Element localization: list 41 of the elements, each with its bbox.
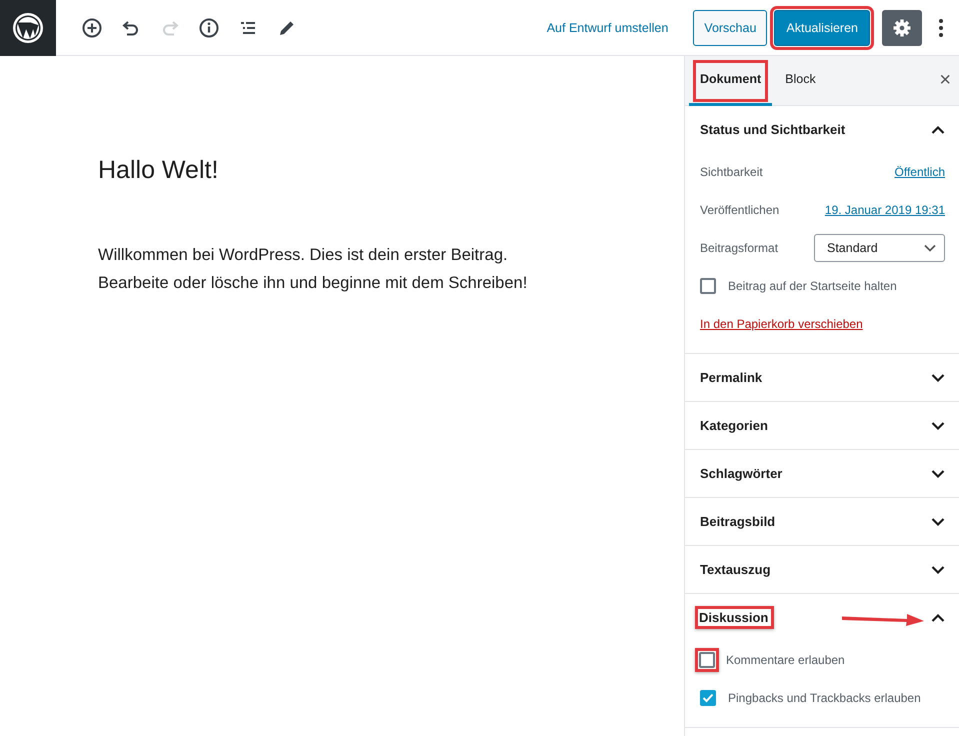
panel-title[interactable]: Kategorien [700,418,768,433]
checkbox[interactable] [700,690,716,706]
checkbox-label[interactable]: Beitrag auf der Startseite halten [728,279,897,293]
chevron-down-icon[interactable] [931,420,945,430]
more-options-icon[interactable] [938,18,944,38]
field-label: Sichtbarkeit [700,165,763,179]
value-link[interactable]: Öffentlich [894,165,945,179]
post-title[interactable]: Hallo Welt! [98,156,684,185]
checkbox[interactable] [699,652,715,668]
checkbox-label[interactable]: Pingbacks und Trackbacks erlauben [728,691,921,705]
chevron-down-icon[interactable] [931,372,945,382]
add-block-icon[interactable] [81,16,103,38]
chevron-down-icon [924,244,936,252]
panel-title[interactable]: Beitragsbild [700,514,776,529]
post-paragraph[interactable]: Willkommen bei WordPress. Dies ist dein erster Beitrag. Bearbeite oder lösche ihn und beginne mit dem Schreiben! [98,241,543,297]
checkbox[interactable] [700,278,716,294]
move-to-trash-link[interactable]: In den Papierkorb verschieben [700,317,863,331]
chevron-up-icon[interactable] [931,612,945,622]
sidebar-tab[interactable]: Dokument [689,56,772,106]
settings-button[interactable] [882,10,922,46]
chevron-up-icon[interactable] [931,124,945,134]
switch-to-draft-link[interactable]: Auf Entwurf umstellen [546,20,668,34]
panel-title[interactable]: Textauszug [700,562,771,577]
field-label: Beitragsformat [700,241,778,255]
panel-title[interactable]: Status und Sichtbarkeit [700,122,846,137]
panel-title[interactable]: Permalink [700,370,762,385]
checkbox-label[interactable]: Kommentare erlauben [726,653,845,667]
preview-button[interactable]: Vorschau [693,10,768,46]
chevron-down-icon[interactable] [931,564,945,574]
logo-icon[interactable] [0,0,56,56]
format-dropdown[interactable]: Standard [814,234,945,262]
chevron-down-icon[interactable] [931,516,945,526]
info-icon[interactable] [198,16,220,38]
value-link[interactable]: 19. Januar 2019 19:31 [824,203,945,217]
close-button[interactable]: × [935,69,955,92]
sidebar-tab[interactable]: Block [774,56,827,106]
chevron-down-icon[interactable] [931,468,945,478]
settings-icon [892,18,912,38]
field-label: Veröffentlichen [700,203,780,217]
panel-title[interactable]: Schlagwörter [700,466,782,481]
panel-title[interactable]: Diskussion [699,610,768,625]
